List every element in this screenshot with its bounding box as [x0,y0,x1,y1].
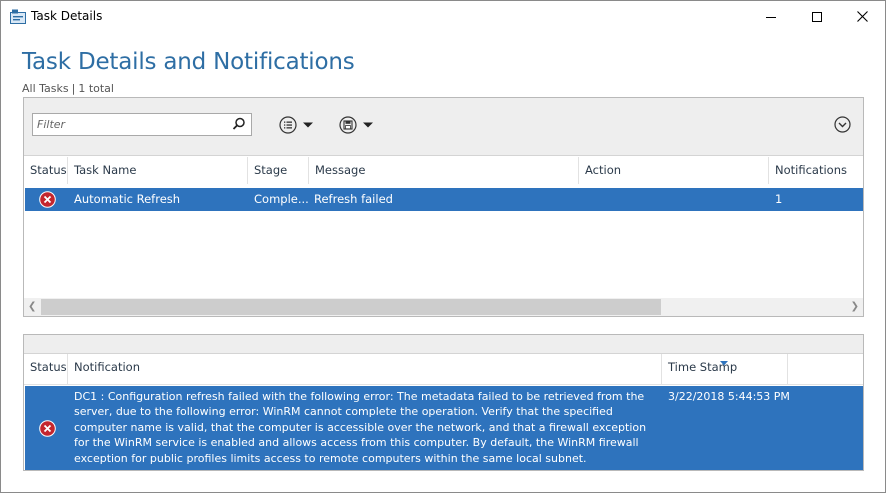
message-cell: Refresh failed [314,192,393,206]
list-options-icon [279,116,297,134]
horizontal-scrollbar[interactable]: ❮ ❯ [24,298,863,316]
save-query-icon [339,116,357,134]
notification-timestamp: 3/22/2018 5:44:53 PM [668,390,790,403]
dropdown-arrow-icon [363,122,373,128]
scroll-right-icon[interactable]: ❯ [851,301,859,312]
list-options-button[interactable] [279,115,314,135]
task-count-summary: All Tasks | 1 total [22,82,114,95]
minimize-icon [766,16,776,18]
task-details-app-icon [10,9,26,24]
error-icon [39,191,56,208]
minimize-button[interactable] [748,1,794,32]
dropdown-arrow-icon [303,122,313,128]
notifications-panel: Status Notification Time Stamp DC1 : Con… [23,334,864,471]
page-title: Task Details and Notifications [22,49,355,75]
column-header-notifications[interactable]: Notifications [769,157,863,184]
save-query-button[interactable] [339,115,374,135]
tasks-toolbar [24,98,863,156]
search-icon[interactable] [232,117,246,131]
sort-descending-icon [720,355,728,366]
action-cell [585,188,765,211]
tasks-panel: Status Task Name Stage Message Action No… [23,97,864,317]
notifications-count-cell: 1 [775,192,783,206]
column-header-stage[interactable]: Stage [248,157,309,184]
window-title: Task Details [31,9,103,23]
close-icon [856,11,868,22]
table-row[interactable]: Automatic Refresh Comple... Refresh fail… [25,188,863,211]
column-header-empty [788,354,863,385]
summary-separator: | [71,82,76,95]
column-header-status[interactable]: Status [24,354,68,385]
filter-input[interactable] [33,114,229,135]
notification-message: DC1 : Configuration refresh failed with … [74,390,647,465]
maximize-button[interactable] [794,1,840,32]
stage-cell: Comple... [254,192,309,206]
chevron-down-circle-icon[interactable] [834,116,851,133]
title-bar[interactable]: Task Details [1,1,885,32]
notifications-grid-header: Status Notification Time Stamp [24,354,863,385]
column-header-task-name[interactable]: Task Name [68,157,248,184]
maximize-icon [812,11,822,22]
column-header-notification[interactable]: Notification [68,354,662,385]
column-header-status[interactable]: Status [24,157,68,184]
list-item[interactable]: DC1 : Configuration refresh failed with … [25,386,863,470]
column-header-message[interactable]: Message [309,157,579,184]
scrollbar-thumb[interactable] [41,299,661,315]
task-details-window: Task Details Task Details and Notificati… [0,0,886,493]
column-header-action[interactable]: Action [579,157,769,184]
error-icon [39,420,56,437]
scope-label: All Tasks [22,82,69,95]
total-count: 1 total [78,82,114,95]
scroll-left-icon[interactable]: ❮ [28,301,36,312]
notifications-toolbar [24,335,863,354]
close-button[interactable] [839,1,885,32]
filter-box[interactable] [32,113,252,136]
tasks-grid-header: Status Task Name Stage Message Action No… [24,157,863,184]
task-name-cell: Automatic Refresh [74,192,181,206]
